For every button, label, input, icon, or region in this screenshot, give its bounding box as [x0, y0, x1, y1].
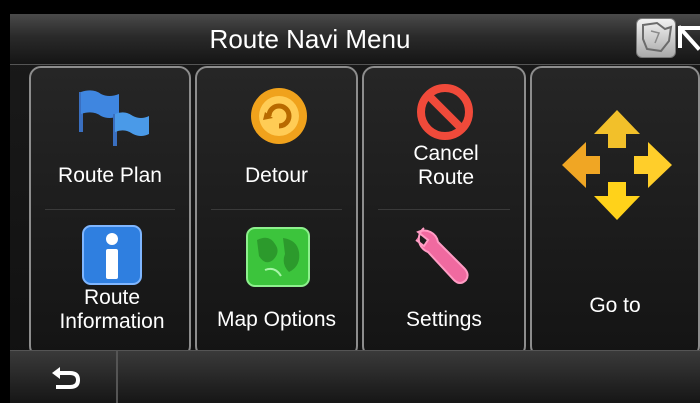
cancel-route-label: Cancel Route	[413, 142, 479, 189]
navi-screen: Route Navi Menu Route Plan Route Informa…	[10, 14, 700, 403]
wrench-icon	[415, 227, 469, 284]
route-information-label: Route Information	[59, 286, 165, 333]
menu-column-3: Cancel Route Settings	[362, 66, 526, 358]
page-title: Route Navi Menu	[209, 24, 411, 54]
directional-arrows-icon	[562, 110, 672, 220]
bottom-bar	[10, 350, 700, 403]
settings-label: Settings	[406, 308, 482, 331]
detour-icon	[251, 88, 307, 144]
menu-column-2: Detour Map Options	[195, 66, 358, 358]
detour-label: Detour	[244, 164, 309, 187]
go-to-label: Go to	[589, 294, 641, 317]
map-thumbnail-icon	[642, 21, 673, 53]
divider	[45, 209, 175, 210]
route-plan-label: Route Plan	[58, 164, 162, 187]
title-bar: Route Navi Menu	[10, 14, 700, 65]
settings-button[interactable]: Settings	[364, 212, 524, 352]
back-arrow-button[interactable]	[677, 16, 700, 60]
divider	[211, 209, 342, 210]
world-map-icon	[246, 227, 310, 287]
back-arrow-icon	[677, 25, 700, 51]
divider	[378, 209, 510, 210]
detour-button[interactable]: Detour	[197, 68, 356, 208]
map-button[interactable]	[636, 18, 676, 58]
return-button[interactable]	[10, 351, 118, 403]
cancel-route-button[interactable]: Cancel Route	[364, 68, 524, 208]
route-information-button[interactable]: Route Information	[31, 212, 189, 352]
map-options-button[interactable]: Map Options	[197, 212, 356, 352]
map-options-label: Map Options	[216, 308, 337, 331]
route-plan-button[interactable]: Route Plan	[31, 68, 189, 208]
menu-column-1: Route Plan Route Information	[29, 66, 191, 358]
info-icon	[82, 225, 142, 285]
return-icon	[52, 367, 80, 389]
go-to-button[interactable]: Go to	[530, 66, 700, 358]
flags-icon	[79, 90, 149, 146]
prohibited-icon	[417, 84, 473, 140]
